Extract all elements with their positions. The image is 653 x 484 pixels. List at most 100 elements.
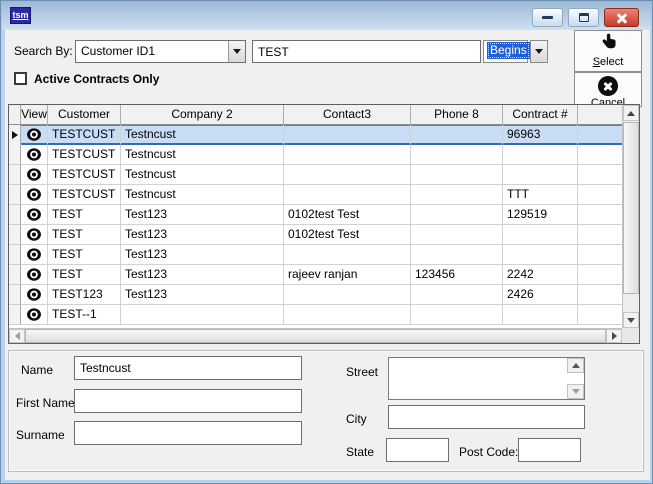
contract-cell[interactable] [503,165,578,185]
search-field-combobox[interactable]: Customer ID1 [75,40,246,63]
customer-cell[interactable]: TEST--1 [48,305,121,325]
cancel-button[interactable]: Cancel [574,72,642,107]
customer-cell[interactable]: TESTCUST [48,165,121,185]
contact3-cell[interactable]: 0102test Test [284,205,411,225]
customer-cell[interactable]: TESTCUST [48,145,121,165]
customer-cell[interactable]: TESTCUST [48,125,121,145]
view-cell[interactable] [21,125,48,145]
contact3-cell[interactable] [284,285,411,305]
close-button[interactable] [604,8,639,27]
company2-cell[interactable]: Testncust [121,165,284,185]
phone8-cell[interactable] [411,305,503,325]
company2-cell[interactable]: Test123 [121,225,284,245]
first-name-field[interactable] [74,389,302,413]
company2-cell[interactable]: Testncust [121,125,284,145]
post-code-field[interactable] [518,438,581,462]
surname-field[interactable] [74,421,302,445]
contact3-cell[interactable]: 0102test Test [284,225,411,245]
phone8-cell[interactable]: 123456 [411,265,503,285]
customer-cell[interactable]: TEST123 [48,285,121,305]
company2-cell[interactable]: Test123 [121,265,284,285]
column-header-view[interactable]: View [21,105,48,125]
active-contracts-checkbox[interactable] [14,72,27,85]
match-mode-combobox[interactable]: Begins [483,40,528,63]
contract-cell[interactable] [503,245,578,265]
table-row[interactable]: TEST Test123 0102test Test [9,225,622,245]
phone8-cell[interactable] [411,145,503,165]
customer-cell[interactable]: TEST [48,205,121,225]
scroll-right-button[interactable] [606,329,622,343]
customer-cell[interactable]: TEST [48,245,121,265]
titlebar[interactable]: tsm [2,1,651,30]
state-field[interactable] [386,438,449,462]
vertical-scrollbar[interactable] [622,105,639,328]
street-textarea[interactable] [389,358,567,399]
phone8-cell[interactable] [411,245,503,265]
select-button[interactable]: Select [574,30,642,72]
search-query-input[interactable] [252,40,481,63]
customer-cell[interactable]: TEST [48,225,121,245]
phone8-cell[interactable] [411,185,503,205]
contact3-cell[interactable] [284,185,411,205]
horizontal-scrollbar-thumb[interactable] [25,329,606,343]
view-cell[interactable] [21,165,48,185]
city-field[interactable] [388,405,585,429]
phone8-cell[interactable] [411,225,503,245]
contract-cell[interactable]: 96963 [503,125,578,145]
company2-cell[interactable]: Testncust [121,145,284,165]
table-row[interactable]: TEST Test123 [9,245,622,265]
view-cell[interactable] [21,305,48,325]
table-row[interactable]: TEST--1 [9,305,622,325]
company2-cell[interactable]: Test123 [121,205,284,225]
table-row[interactable]: TEST123 Test123 2426 [9,285,622,305]
scroll-left-button[interactable] [9,329,25,343]
company2-cell[interactable]: Test123 [121,285,284,305]
contact3-cell[interactable]: rajeev ranjan [284,265,411,285]
maximize-button[interactable] [568,8,599,27]
column-header-phone8[interactable]: Phone 8 [411,105,503,125]
contact3-cell[interactable] [284,165,411,185]
scroll-up-button[interactable] [623,105,639,121]
street-scroll-up-button[interactable] [567,358,584,373]
contract-cell[interactable]: 2426 [503,285,578,305]
contract-cell[interactable] [503,225,578,245]
table-row[interactable]: TEST Test123 0102test Test 129519 [9,205,622,225]
contact3-cell[interactable] [284,125,411,145]
minimize-button[interactable] [532,8,563,27]
table-row[interactable]: TESTCUST Testncust 96963 [9,125,622,145]
contract-cell[interactable] [503,145,578,165]
table-row[interactable]: TESTCUST Testncust TTT [9,185,622,205]
customer-cell[interactable]: TEST [48,265,121,285]
contact3-cell[interactable] [284,305,411,325]
phone8-cell[interactable] [411,205,503,225]
vertical-scrollbar-thumb[interactable] [623,122,639,294]
column-header-customer[interactable]: Customer [48,105,121,125]
company2-cell[interactable]: Test123 [121,245,284,265]
contract-cell[interactable]: 129519 [503,205,578,225]
column-header-contract[interactable]: Contract # [503,105,578,125]
table-row[interactable]: TESTCUST Testncust [9,165,622,185]
contact3-cell[interactable] [284,145,411,165]
street-field[interactable] [388,357,585,400]
phone8-cell[interactable] [411,125,503,145]
scroll-down-button[interactable] [623,312,639,328]
match-mode-dropdown-button[interactable] [530,40,548,63]
view-cell[interactable] [21,265,48,285]
horizontal-scrollbar[interactable] [9,328,622,343]
table-row[interactable]: TEST Test123 rajeev ranjan 123456 2242 [9,265,622,285]
view-cell[interactable] [21,285,48,305]
view-cell[interactable] [21,185,48,205]
customer-cell[interactable]: TESTCUST [48,185,121,205]
view-cell[interactable] [21,145,48,165]
contact3-cell[interactable] [284,245,411,265]
contract-cell[interactable]: TTT [503,185,578,205]
view-cell[interactable] [21,205,48,225]
view-cell[interactable] [21,225,48,245]
phone8-cell[interactable] [411,165,503,185]
search-field-dropdown-button[interactable] [228,41,245,62]
table-row[interactable]: TESTCUST Testncust [9,145,622,165]
phone8-cell[interactable] [411,285,503,305]
company2-cell[interactable] [121,305,284,325]
view-cell[interactable] [21,245,48,265]
column-header-company2[interactable]: Company 2 [121,105,284,125]
